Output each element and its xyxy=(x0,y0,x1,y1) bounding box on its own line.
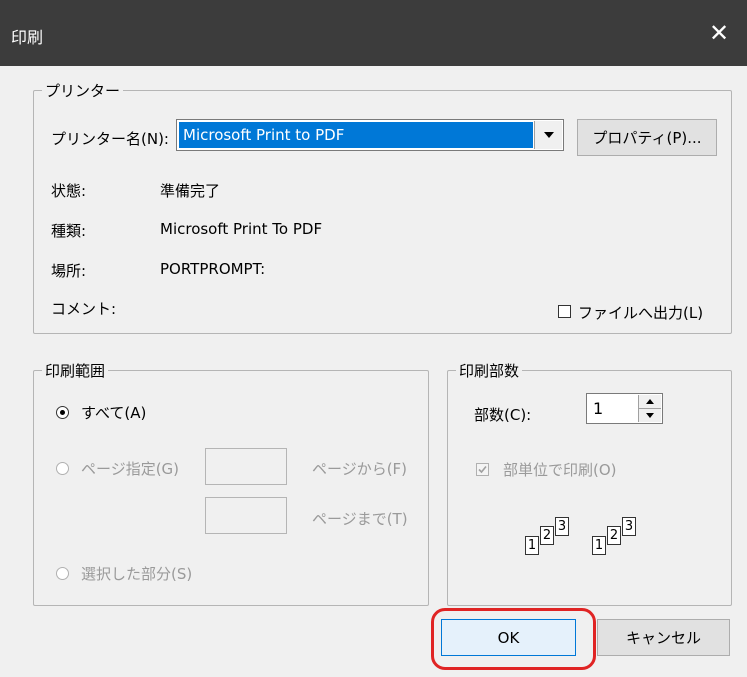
spin-up-icon[interactable] xyxy=(638,395,661,409)
page-to-input[interactable] xyxy=(205,497,287,534)
range-pages-radio[interactable] xyxy=(56,462,69,475)
copies-count-value: 1 xyxy=(593,399,604,418)
copies-count-label: 部数(C): xyxy=(474,406,532,424)
printer-name-value: Microsoft Print to PDF xyxy=(179,122,533,148)
location-value: PORTPROMPT: xyxy=(160,260,266,278)
page-to-label: ページまで(T) xyxy=(312,510,408,528)
location-label: 場所: xyxy=(51,262,87,280)
status-label: 状態: xyxy=(51,182,87,200)
title-bar: 印刷 ✕ xyxy=(0,0,747,66)
copies-count-spinner[interactable]: 1 xyxy=(586,393,663,424)
ok-button[interactable]: OK xyxy=(441,619,576,656)
type-value: Microsoft Print To PDF xyxy=(160,220,323,238)
collate-label[interactable]: 部単位で印刷(O) xyxy=(503,459,617,480)
collate-page: 3 xyxy=(622,517,636,536)
properties-button[interactable]: プロパティ(P)... xyxy=(577,119,717,156)
printer-name-label: プリンター名(N): xyxy=(51,130,169,148)
page-from-input[interactable] xyxy=(205,448,287,485)
collate-page: 3 xyxy=(555,517,569,536)
print-range-group-label: 印刷範囲 xyxy=(45,362,106,380)
range-all-radio[interactable] xyxy=(56,406,69,419)
copies-group-label: 印刷部数 xyxy=(459,362,520,380)
range-all-label[interactable]: すべて(A) xyxy=(81,402,146,423)
printer-name-select[interactable]: Microsoft Print to PDF xyxy=(176,119,564,151)
cancel-button[interactable]: キャンセル xyxy=(597,619,730,656)
status-value: 準備完了 xyxy=(160,182,221,200)
window-title: 印刷 xyxy=(11,28,44,47)
type-label: 種類: xyxy=(51,222,87,240)
dropdown-arrow-icon[interactable] xyxy=(534,121,562,149)
collate-page: 2 xyxy=(540,526,554,545)
collate-page: 2 xyxy=(607,526,621,545)
collate-page: 1 xyxy=(592,536,606,555)
range-selection-radio[interactable] xyxy=(56,567,69,580)
spin-down-icon[interactable] xyxy=(638,409,661,422)
close-icon[interactable]: ✕ xyxy=(691,0,747,66)
collate-page: 1 xyxy=(525,536,539,555)
collate-checkbox[interactable] xyxy=(476,463,489,476)
printer-group-label: プリンター xyxy=(45,82,121,100)
range-pages-label[interactable]: ページ指定(G) xyxy=(81,458,179,479)
print-to-file-label[interactable]: ファイルへ出力(L) xyxy=(578,302,703,323)
range-selection-label[interactable]: 選択した部分(S) xyxy=(81,563,192,584)
page-from-label: ページから(F) xyxy=(312,460,408,478)
comment-label: コメント: xyxy=(51,300,117,318)
print-to-file-checkbox[interactable] xyxy=(558,305,571,318)
